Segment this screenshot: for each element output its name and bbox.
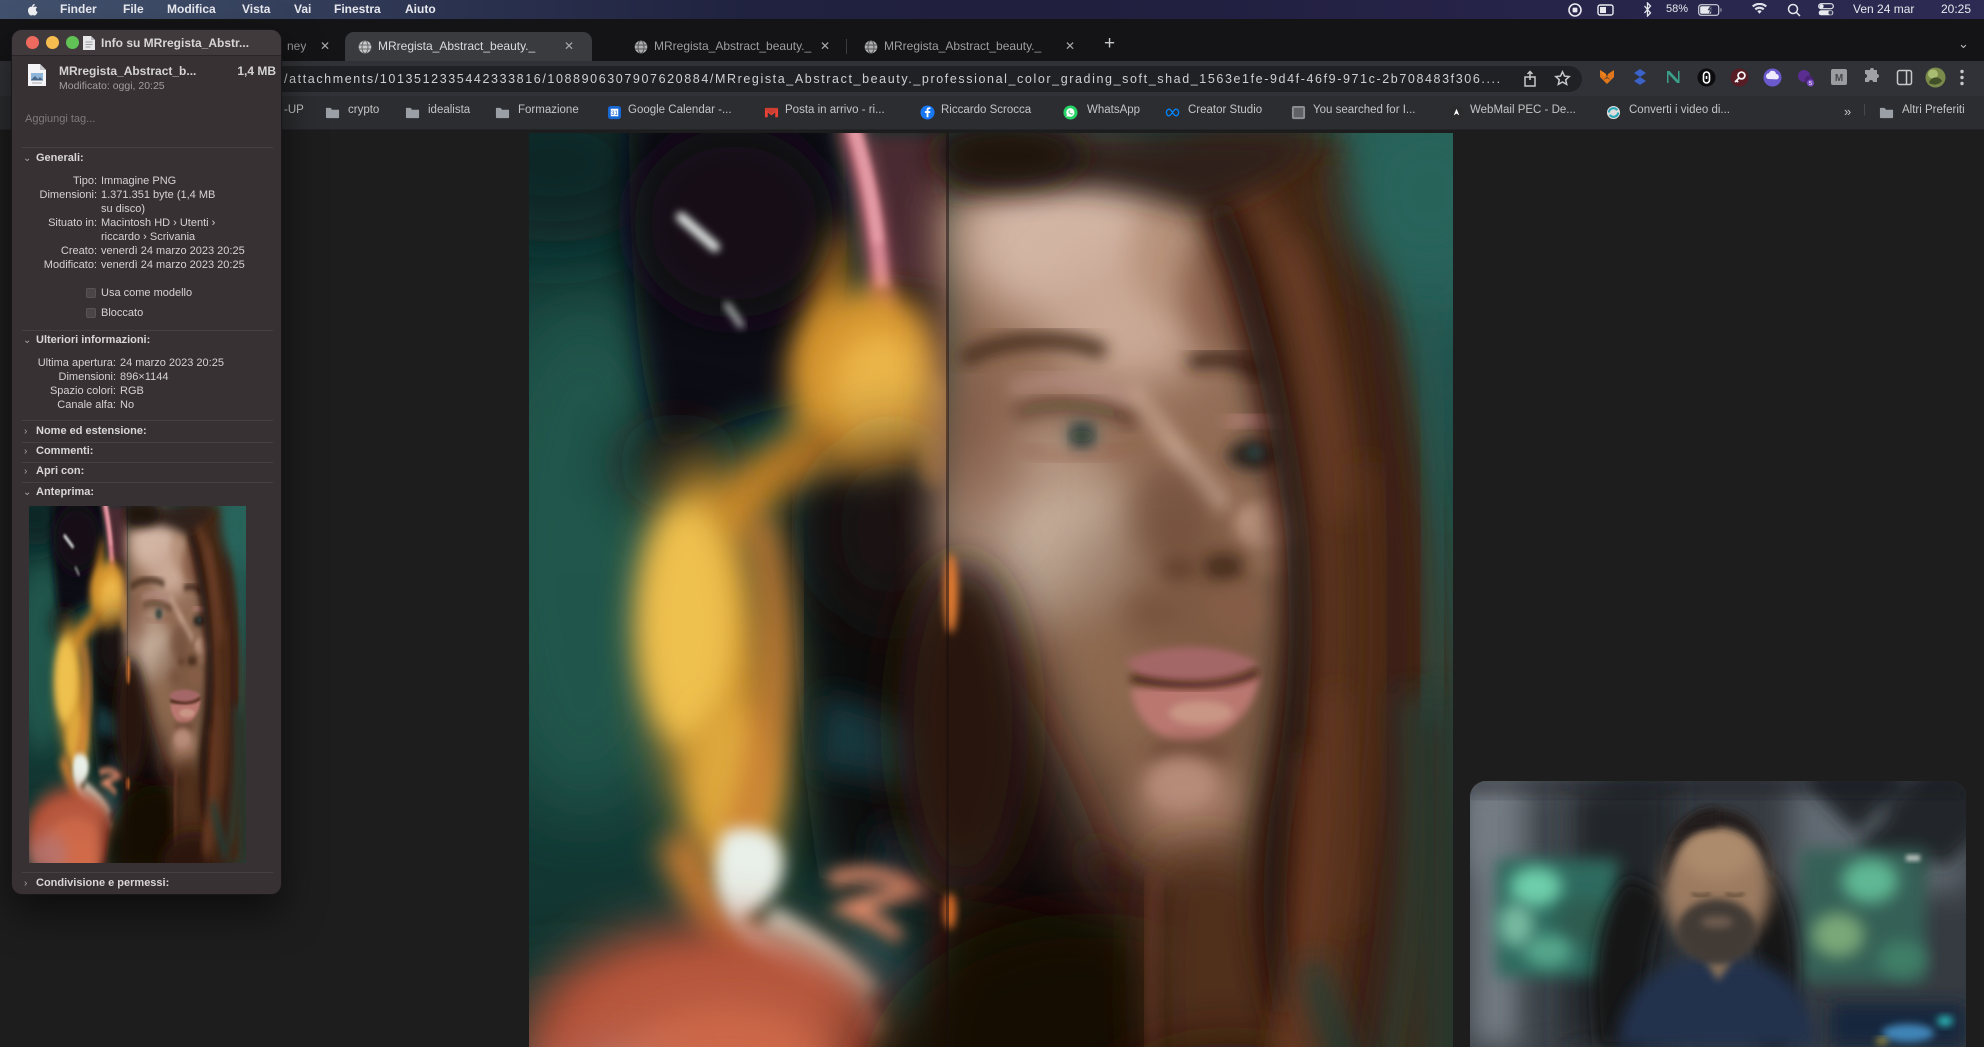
svg-text:31: 31	[611, 110, 618, 117]
svg-text:5: 5	[1809, 81, 1812, 87]
svg-text:M: M	[1835, 73, 1843, 84]
